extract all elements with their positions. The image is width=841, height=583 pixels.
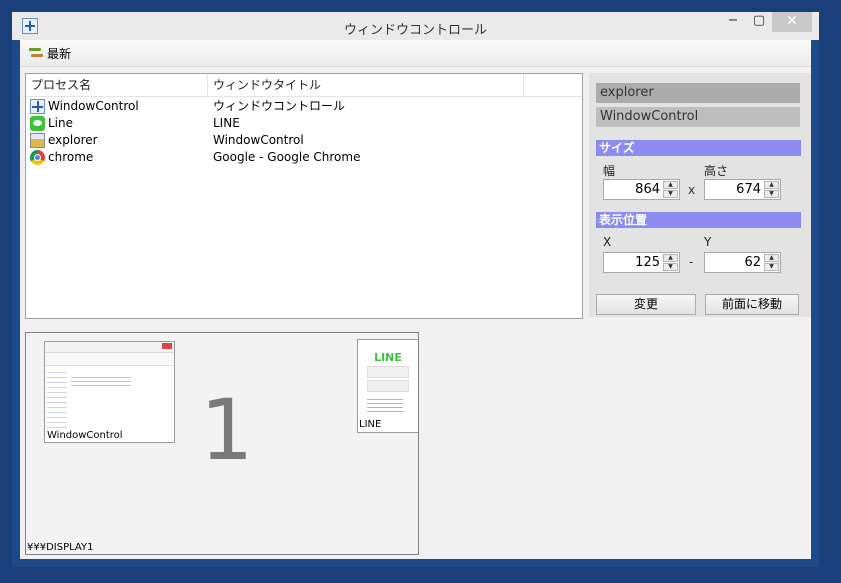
x-label: X — [603, 235, 612, 249]
list-row[interactable]: Line LINE — [26, 115, 582, 132]
window-thumbnail[interactable]: WindowControl — [44, 341, 175, 443]
app-window: ウィンドウコントロール − ▢ ✕ 最新 プロセス名 ウィンドウタイトル Win… — [12, 12, 819, 567]
x-stepper[interactable]: 125 ▲ ▼ — [603, 252, 680, 273]
minimize-button[interactable]: − — [720, 12, 746, 32]
y-decrement-button[interactable]: ▼ — [764, 263, 779, 271]
x-increment-button[interactable]: ▲ — [663, 254, 678, 262]
list-row[interactable]: WindowControl ウィンドウコントロール — [26, 98, 582, 115]
y-value: 62 — [744, 255, 761, 270]
position-separator: - — [689, 255, 694, 269]
window-title-cell: LINE — [213, 116, 240, 130]
width-increment-button[interactable]: ▲ — [663, 181, 678, 189]
window-settings-panel: explorer WindowControl サイズ 幅 高さ 864 ▲ ▼ … — [589, 73, 811, 317]
x-decrement-button[interactable]: ▼ — [663, 263, 678, 271]
process-list[interactable]: プロセス名 ウィンドウタイトル WindowControl ウィンドウコントロー… — [25, 73, 583, 319]
width-label: 幅 — [603, 164, 616, 178]
process-name: explorer — [48, 133, 98, 147]
thumbnail-label: WindowControl — [47, 430, 123, 441]
list-row[interactable]: explorer WindowControl — [26, 132, 582, 149]
explorer-icon — [30, 133, 45, 148]
selected-title-field: WindowControl — [596, 107, 800, 127]
refresh-label: 最新 — [47, 46, 72, 61]
window-thumbnail[interactable]: LINE LINE — [357, 339, 418, 433]
thumbnail-field — [367, 380, 409, 392]
client-area: 最新 プロセス名 ウィンドウタイトル WindowControl ウィンドウコン… — [20, 40, 811, 559]
close-button[interactable]: ✕ — [772, 12, 812, 32]
display-preview[interactable]: WindowControl 1 LINE LINE ¥¥¥DISPLAY1 — [25, 332, 419, 555]
thumbnail-ribbon — [45, 353, 174, 366]
refresh-button[interactable]: 最新 — [28, 44, 71, 62]
window-title: ウィンドウコントロール — [343, 23, 487, 38]
chrome-icon — [30, 150, 45, 165]
line-icon — [30, 116, 45, 131]
size-separator: x — [688, 183, 696, 197]
position-section-header: 表示位置 — [596, 212, 801, 228]
window-title-cell: Google - Google Chrome — [213, 150, 361, 164]
thumbnail-field — [367, 366, 409, 378]
apply-button[interactable]: 変更 — [596, 294, 696, 315]
selected-process-field: explorer — [596, 83, 800, 103]
width-decrement-button[interactable]: ▼ — [663, 190, 678, 198]
process-name: chrome — [48, 150, 94, 164]
window-title-cell: WindowControl — [213, 133, 304, 147]
thumbnail-sidebar — [47, 368, 67, 428]
toolbar: 最新 — [20, 40, 811, 67]
size-section-header: サイズ — [596, 140, 801, 156]
thumbnail-label: LINE — [359, 419, 382, 430]
y-increment-button[interactable]: ▲ — [764, 254, 779, 262]
width-stepper[interactable]: 864 ▲ ▼ — [603, 179, 680, 200]
maximize-button[interactable]: ▢ — [746, 12, 772, 32]
width-value: 864 — [635, 182, 660, 197]
y-stepper[interactable]: 62 ▲ ▼ — [704, 252, 781, 273]
height-value: 674 — [736, 182, 761, 197]
display-number: 1 — [200, 381, 254, 479]
window-title-cell: ウィンドウコントロール — [213, 99, 346, 113]
windowcontrol-icon — [30, 99, 45, 114]
column-header-title[interactable]: ウィンドウタイトル — [208, 74, 524, 96]
refresh-icon — [28, 46, 44, 60]
process-name: Line — [48, 116, 74, 130]
process-name: WindowControl — [48, 99, 139, 113]
thumbnail-text-lines — [367, 396, 403, 414]
list-header: プロセス名 ウィンドウタイトル — [26, 74, 582, 97]
height-label: 高さ — [704, 164, 729, 178]
bring-to-front-button[interactable]: 前面に移動 — [705, 294, 799, 315]
line-logo: LINE — [374, 351, 402, 364]
x-value: 125 — [635, 255, 660, 270]
column-header-process[interactable]: プロセス名 — [26, 74, 208, 96]
y-label: Y — [704, 235, 712, 249]
display-name: ¥¥¥DISPLAY1 — [27, 542, 94, 553]
height-stepper[interactable]: 674 ▲ ▼ — [704, 179, 781, 200]
list-row[interactable]: chrome Google - Google Chrome — [26, 149, 582, 166]
height-increment-button[interactable]: ▲ — [764, 181, 779, 189]
thumbnail-file-list — [71, 374, 131, 388]
title-bar[interactable]: ウィンドウコントロール − ▢ ✕ — [12, 12, 819, 40]
thumbnail-titlebar — [45, 342, 174, 353]
height-decrement-button[interactable]: ▼ — [764, 190, 779, 198]
